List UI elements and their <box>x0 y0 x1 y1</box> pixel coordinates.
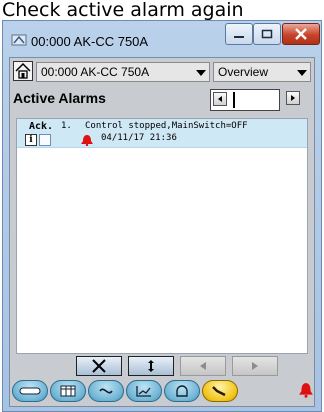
x-icon <box>92 359 106 373</box>
device-select[interactable]: 00:000 AK-CC 750A <box>36 62 210 82</box>
alarm-number: 1. <box>61 121 72 131</box>
alarm-bell-icon[interactable] <box>298 382 314 398</box>
close-icon <box>295 28 307 40</box>
alarm-message: Control stopped,MainSwitch=OFF <box>85 121 248 131</box>
previous-page-button[interactable] <box>180 356 226 376</box>
home-button[interactable] <box>13 61 33 81</box>
next-alarm-button[interactable] <box>286 91 300 105</box>
nav-wrench-button[interactable] <box>202 380 238 402</box>
home-icon <box>15 62 31 79</box>
alarm-bell-icon <box>81 135 93 146</box>
nav-equipment-button[interactable] <box>12 380 48 402</box>
table-icon <box>60 385 76 397</box>
arrow-right-icon <box>252 362 258 370</box>
client-area: 00:000 AK-CC 750A Overview Active Alarms… <box>9 57 315 407</box>
view-select[interactable]: Overview <box>213 62 311 82</box>
alarm-timestamp: 04/11/17 21:36 <box>101 133 177 143</box>
minimize-button[interactable] <box>225 23 253 45</box>
info-button[interactable]: i <box>25 134 37 146</box>
nav-table-button[interactable] <box>50 380 86 402</box>
maximize-icon <box>261 29 273 39</box>
maximize-button[interactable] <box>253 23 281 45</box>
ack-label: Ack. <box>29 121 54 132</box>
nav-service-button[interactable] <box>164 380 200 402</box>
title-bar[interactable]: 00:000 AK-CC 750A <box>3 21 321 57</box>
arrow-left-icon <box>218 96 222 102</box>
acknowledge-checkbox[interactable] <box>39 134 51 146</box>
window-title: 00:000 AK-CC 750A <box>31 34 149 49</box>
equipment-icon <box>19 387 41 395</box>
clear-alarm-button[interactable] <box>76 356 122 376</box>
alarm-pager <box>210 89 280 111</box>
application-window: 00:000 AK-CC 750A 00:000 AK-CC 750A Over… <box>2 20 322 412</box>
graph-icon <box>136 386 151 397</box>
next-page-button[interactable] <box>232 356 278 376</box>
bottom-navigation <box>10 376 314 406</box>
pager-position-indicator <box>233 92 235 108</box>
device-select-value: 00:000 AK-CC 750A <box>41 65 150 79</box>
arrow-left-icon <box>200 362 206 370</box>
previous-alarm-button[interactable] <box>213 92 227 106</box>
nav-fan-button[interactable] <box>88 380 124 402</box>
fan-icon <box>99 388 113 394</box>
wrench-icon <box>212 386 226 397</box>
nav-graph-button[interactable] <box>126 380 162 402</box>
app-icon <box>11 34 27 46</box>
refresh-icon <box>148 360 154 372</box>
chevron-down-icon <box>196 70 206 76</box>
page-title: Active Alarms <box>13 90 106 106</box>
alarm-list[interactable]: Ack. 1. Control stopped,MainSwitch=OFF i… <box>16 118 308 354</box>
service-icon <box>176 385 188 397</box>
caption-text: Check active alarm again <box>0 0 324 22</box>
minimize-icon <box>234 36 244 38</box>
arrow-right-icon <box>291 95 295 101</box>
view-select-value: Overview <box>218 65 269 79</box>
chevron-down-icon <box>297 70 307 76</box>
refresh-button[interactable] <box>128 356 174 376</box>
close-button[interactable] <box>282 23 320 45</box>
alarm-row[interactable]: Ack. 1. Control stopped,MainSwitch=OFF i… <box>17 119 307 148</box>
